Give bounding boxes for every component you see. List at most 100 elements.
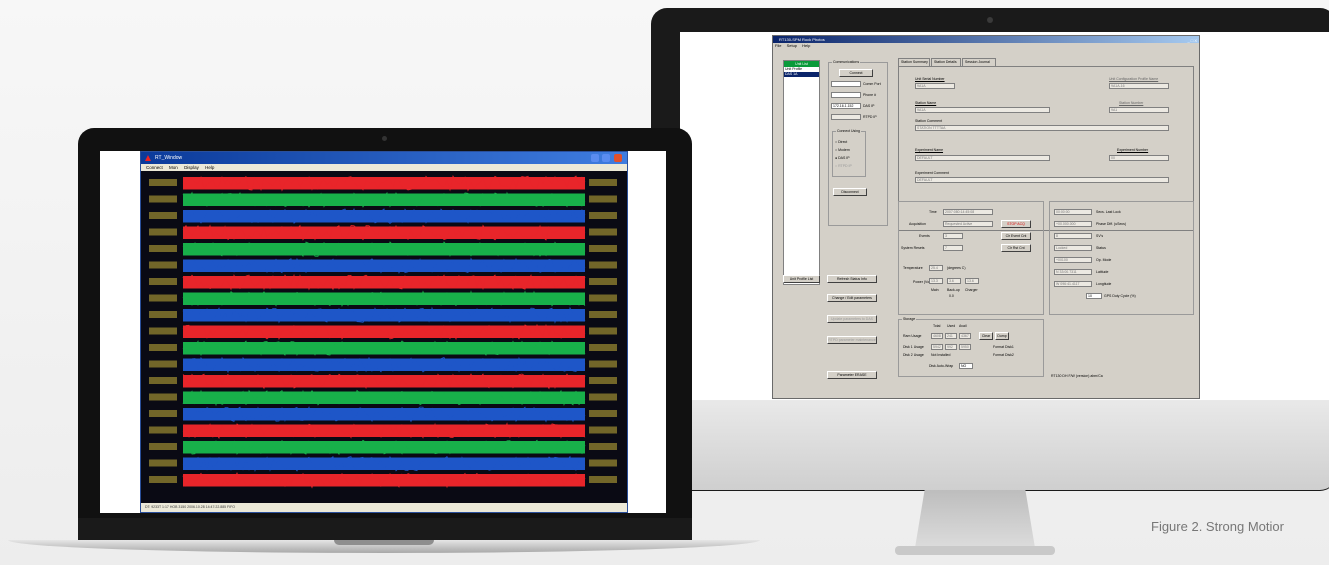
trace-band (149, 373, 617, 390)
clear-event-count-button[interactable]: Clr Event Cnt (1001, 232, 1031, 240)
menu-connect[interactable]: Connect (146, 165, 163, 170)
channel-tag-left (149, 179, 177, 186)
disk2-status: Not Installed (931, 353, 951, 357)
parameter-erase-button[interactable]: Parameter ERASE (827, 371, 877, 379)
unit-config-field: 9A1A-16 (1109, 83, 1169, 89)
channel-tag-right (589, 195, 617, 203)
clear-ram-button[interactable]: Clear (979, 332, 993, 340)
storage-header-avail: Avail (959, 324, 967, 328)
auto-wrap-label: Disk Auto-Wrap (929, 364, 954, 368)
menu-display[interactable]: Display (184, 165, 199, 170)
format-disk1-button[interactable]: Format Disk1 (993, 345, 1014, 349)
auto-wrap-select[interactable]: NO (959, 363, 973, 369)
station-comment-field: STATION TTTTAA (915, 125, 1169, 131)
channel-tag-left (149, 327, 177, 335)
option-rtpd-ip[interactable]: ○ RTPD IP (835, 164, 852, 168)
option-das-ip[interactable]: ● DAS IP (835, 156, 850, 160)
channel-tag-right (589, 410, 617, 417)
trace-band (149, 472, 617, 489)
trace-band (149, 340, 617, 357)
tab-session-journal[interactable]: Session Journal (962, 58, 996, 66)
gps-status-field: Locked (1054, 245, 1092, 251)
connect-using-group: Connect Using ○ Direct ○ Modem ● DAS IP … (832, 129, 866, 177)
laptop-chin (78, 518, 692, 540)
station-number-field: 9A1 (1109, 107, 1169, 113)
communications-group: Communications Connect Comm Port Phone #… (828, 60, 888, 226)
change-edit-button[interactable]: Change / Edit parameters (827, 294, 877, 302)
channel-tag-left (149, 393, 177, 401)
waveform-status-bar: DT: 9233T 1:17 HOB 3150 2006.10.28 14:47… (141, 503, 627, 512)
connect-button[interactable]: Connect (839, 69, 873, 77)
trace-band (149, 191, 617, 208)
events-label: Events (919, 234, 930, 238)
storage-caption: Storage (902, 317, 917, 321)
unit-profile-list-button[interactable]: Unit Profile List (783, 275, 820, 283)
update-parameters-button[interactable]: Update parameters to DAS (827, 315, 877, 323)
longitude-label: Longitude (1096, 282, 1112, 286)
channel-tag-left (149, 443, 177, 450)
menu-file[interactable]: File (775, 43, 781, 48)
minimize-icon[interactable] (591, 154, 599, 162)
channel-tag-right (589, 228, 617, 236)
clear-reset-count-button[interactable]: Clr Rst Cnt (1001, 244, 1031, 252)
gps-status-label: Status (1096, 246, 1106, 250)
menu-bar: File Setup Help (773, 43, 1199, 49)
menu-setup[interactable]: Setup (787, 43, 797, 48)
svs-field: 8 (1054, 233, 1092, 239)
comm-port-label: Comm Port (863, 82, 881, 86)
storage-header-used: Used (947, 324, 956, 328)
channel-tag-right (589, 476, 617, 483)
camera-icon (987, 17, 993, 23)
storage-header-total: Total (933, 324, 941, 328)
disconnect-button[interactable]: Disconnect (833, 188, 867, 196)
temperature-label: Temperature (903, 266, 923, 270)
tab-station-details[interactable]: Station Details (931, 58, 961, 66)
close-icon[interactable] (614, 154, 622, 162)
channel-tag-right (589, 311, 617, 318)
channel-tag-right (589, 327, 617, 335)
gps-duty-select[interactable]: 10 (1086, 293, 1102, 299)
svs-label: SV's (1096, 234, 1104, 238)
phone-field[interactable] (831, 92, 861, 98)
channel-tag-right (589, 179, 617, 186)
waveform-display[interactable] (141, 171, 627, 504)
tree-item-das[interactable]: DAS 1A (784, 72, 819, 77)
channel-tag-right (589, 443, 617, 450)
menu-help[interactable]: Help (802, 43, 810, 48)
window-controls[interactable]: _ □ X (1187, 37, 1197, 44)
tab-station-summary[interactable]: Station Summary (898, 58, 930, 66)
trace-band-fill (183, 375, 585, 388)
rockhound-titlebar: RT130-SPM Rock Photos _ □ X (773, 36, 1199, 43)
trace-band (149, 175, 617, 192)
channel-tag-right (589, 261, 617, 269)
rtpd-maintenance-button[interactable]: RTPD parameter maintenance (827, 336, 877, 344)
menu-help[interactable]: Help (205, 165, 214, 170)
unit-tree[interactable]: Unit List Unit Profile DAS 1A (783, 60, 820, 285)
channel-tag-right (589, 344, 617, 351)
maximize-icon[interactable] (602, 154, 610, 162)
refresh-status-button[interactable]: Refresh Status Info (827, 275, 877, 283)
backup-label: Back-up (947, 288, 960, 292)
trace-band (149, 422, 617, 440)
temperature-unit: (degrees C) (947, 266, 966, 270)
das-ip-field[interactable]: 172.16.1.152 (831, 103, 861, 109)
channel-tag-left (149, 410, 177, 417)
gps-duty-label: GPS Duty Cycle (%) (1104, 294, 1136, 298)
main-label: Main (931, 288, 939, 292)
menu-mon[interactable]: Mon (169, 165, 178, 170)
trace-band (149, 257, 617, 275)
trace-band (149, 290, 617, 308)
dump-ram-button[interactable]: Dump (995, 332, 1009, 340)
stop-acq-button[interactable]: STOP ACQ (1001, 220, 1031, 228)
channel-tag-left (149, 311, 177, 318)
option-direct[interactable]: ○ Direct (835, 140, 847, 144)
format-disk2-button[interactable]: Format Disk2 (993, 353, 1014, 357)
option-modem[interactable]: ○ Modem (835, 148, 850, 152)
app-logo-icon (145, 155, 151, 161)
rtpd-ip-field[interactable] (831, 114, 861, 120)
channel-tag-left (149, 261, 177, 269)
system-resets-label: System Resets (901, 246, 925, 250)
channel-tag-left (149, 476, 177, 483)
connect-using-caption: Connect Using (836, 129, 861, 133)
comm-port-field[interactable] (831, 81, 861, 87)
